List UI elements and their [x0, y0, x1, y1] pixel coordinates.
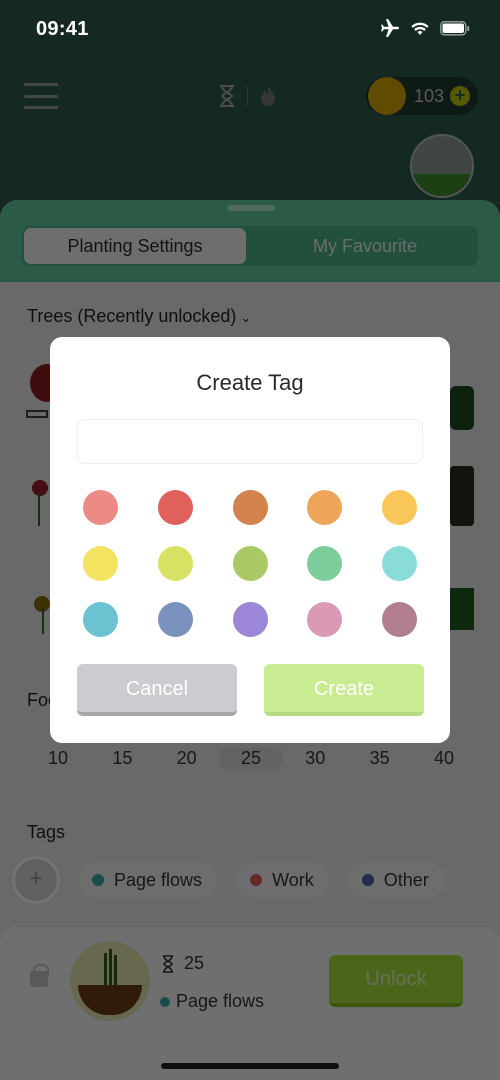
color-swatch[interactable]: [382, 546, 417, 581]
color-swatch[interactable]: [382, 490, 417, 525]
color-swatch[interactable]: [307, 602, 343, 637]
color-swatch[interactable]: [157, 602, 193, 637]
color-swatch[interactable]: [232, 546, 268, 581]
color-swatch[interactable]: [157, 546, 193, 581]
color-swatch[interactable]: [382, 602, 417, 637]
color-swatch[interactable]: [83, 546, 118, 581]
battery-icon: [440, 20, 470, 35]
create-button[interactable]: Create: [264, 664, 424, 716]
airplane-icon: [381, 19, 399, 37]
color-swatch[interactable]: [83, 602, 118, 637]
status-bar: 09:41: [0, 0, 500, 60]
wifi-icon: [411, 22, 429, 35]
color-swatch[interactable]: [232, 602, 268, 637]
color-swatch[interactable]: [83, 490, 118, 525]
create-tag-dialog: Create Tag Cancel Create: [50, 337, 450, 743]
color-swatch[interactable]: [307, 546, 343, 581]
color-swatch[interactable]: [157, 490, 193, 525]
dialog-title: Create Tag: [196, 370, 304, 395]
status-time: 09:41: [36, 18, 89, 40]
color-swatch-grid: [83, 490, 417, 637]
cancel-button[interactable]: Cancel: [77, 664, 237, 716]
color-swatch[interactable]: [232, 490, 268, 525]
color-swatch[interactable]: [307, 490, 343, 525]
tag-name-input[interactable]: [77, 419, 423, 464]
